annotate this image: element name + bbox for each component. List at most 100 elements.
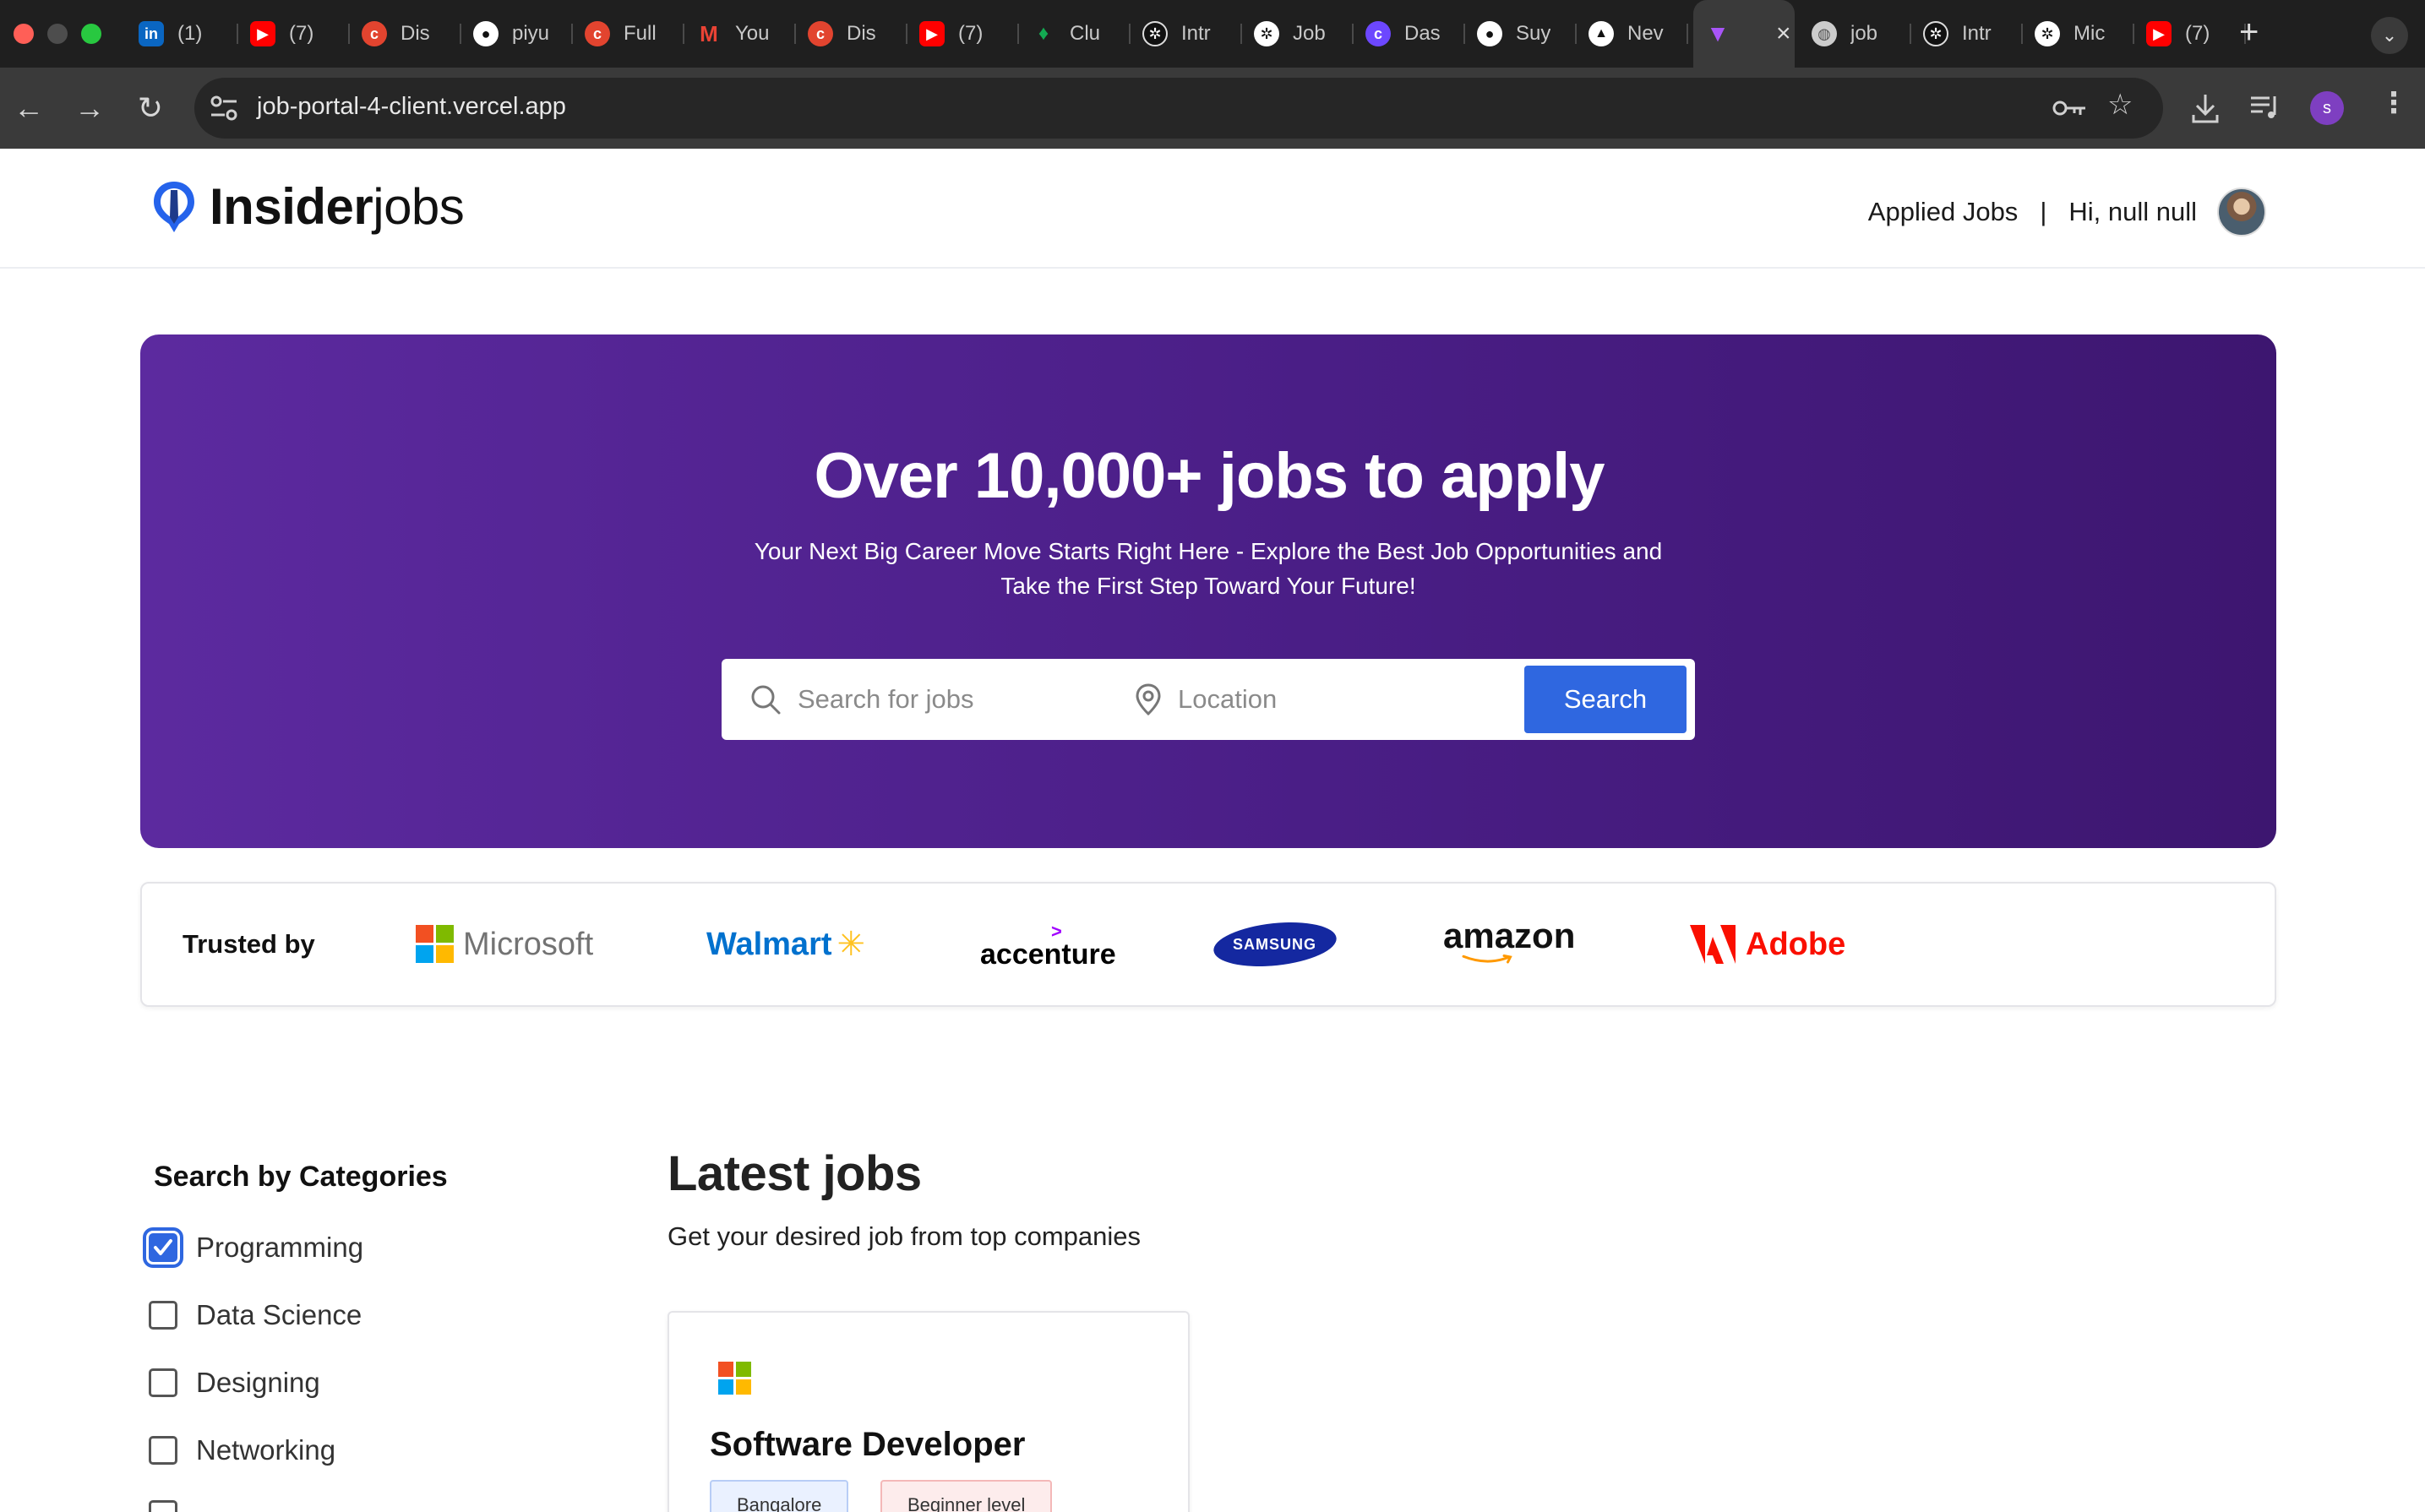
browser-tabs: in (1) ▶ (7) c Dis ● piyu c Full M You c Dis ▶ (… xyxy=(127,0,2246,68)
samsung-oval: SAMSUNG xyxy=(1211,916,1339,972)
checkmark-icon xyxy=(154,1239,172,1255)
browser-tab[interactable]: ✲ Intr xyxy=(1131,0,1242,68)
youtube-icon: ▶ xyxy=(919,21,945,46)
job-level-tag: Beginner level xyxy=(880,1480,1053,1512)
close-window-button[interactable] xyxy=(14,24,34,44)
tab-title: (7) xyxy=(2185,22,2210,45)
job-search-input[interactable]: Search for jobs xyxy=(749,683,974,716)
accenture-chevron-icon: > xyxy=(1051,921,1062,942)
site-settings-icon[interactable] xyxy=(210,95,238,122)
browser-tab[interactable]: ✲ Intr xyxy=(1911,0,2023,68)
applied-jobs-link[interactable]: Applied Jobs xyxy=(1868,197,2019,227)
tab-title: Intr xyxy=(1181,22,1211,45)
navbar-user-area: Applied Jobs | Hi, null null xyxy=(1868,188,2266,237)
browser-tab[interactable]: ▲ Nev xyxy=(1577,0,1688,68)
search-placeholder: Search for jobs xyxy=(798,684,974,714)
media-control-icon[interactable] xyxy=(2249,93,2281,122)
walmart-logo: Walmart ✳ xyxy=(706,921,865,968)
tab-title: (1) xyxy=(177,22,203,45)
globe-icon: ◍ xyxy=(1812,21,1837,46)
close-tab-icon[interactable]: × xyxy=(1776,19,1791,48)
more-menu-icon[interactable]: ⋮ xyxy=(2379,86,2408,120)
download-icon[interactable] xyxy=(2190,91,2221,125)
browser-tab[interactable]: c Das xyxy=(1354,0,1465,68)
forward-arrow-icon[interactable]: → xyxy=(69,88,110,128)
tab-title: Suy xyxy=(1516,22,1551,45)
tab-title: Job xyxy=(1293,22,1326,45)
bookmark-star-icon[interactable]: ☆ xyxy=(2107,88,2133,122)
category-checkbox-partial[interactable] xyxy=(149,1500,177,1512)
browser-tab[interactable]: ▶ (7) xyxy=(907,0,1019,68)
category-label: Programming xyxy=(196,1232,364,1263)
browser-tab[interactable]: in (1) xyxy=(127,0,238,68)
browser-tab[interactable]: c Dis xyxy=(796,0,907,68)
linkedin-icon: in xyxy=(139,21,164,46)
gmail-icon: M xyxy=(700,20,718,46)
location-input[interactable]: Location xyxy=(1134,683,1277,716)
tab-title: Full xyxy=(624,22,657,45)
browser-tab[interactable]: ♦ Clu xyxy=(1019,0,1131,68)
tab-title: (7) xyxy=(289,22,314,45)
latest-jobs-title: Latest jobs xyxy=(668,1146,922,1201)
chai-icon: c xyxy=(362,21,387,46)
mongodb-icon: ♦ xyxy=(1038,22,1049,45)
browser-tab[interactable]: ◍ job xyxy=(1800,0,1911,68)
amazon-smile-icon xyxy=(1462,955,1512,964)
accenture-logo: > accenture xyxy=(980,921,1116,971)
browser-tab[interactable]: c Dis xyxy=(350,0,461,68)
back-arrow-icon[interactable]: ← xyxy=(8,88,49,128)
walmart-wordmark: Walmart xyxy=(706,926,832,962)
category-checkbox[interactable] xyxy=(143,1227,183,1268)
samsung-logo: SAMSUNG xyxy=(1211,916,1339,972)
job-title: Software Developer xyxy=(710,1426,1026,1463)
browser-tab[interactable]: c Full xyxy=(573,0,684,68)
user-avatar[interactable] xyxy=(2217,188,2266,237)
category-data-science[interactable]: Data Science xyxy=(149,1299,362,1331)
new-tab-button[interactable]: + xyxy=(2239,14,2259,52)
reload-icon[interactable]: ↻ xyxy=(130,88,171,128)
tab-title: Nev xyxy=(1627,22,1664,45)
github-icon: ● xyxy=(473,21,499,46)
adobe-logo: Adobe xyxy=(1690,921,1845,968)
key-icon[interactable] xyxy=(2052,96,2089,120)
search-button[interactable]: Search xyxy=(1524,666,1687,733)
chai-icon: c xyxy=(808,21,833,46)
category-networking[interactable]: Networking xyxy=(149,1434,335,1466)
job-location-tag: Bangalore xyxy=(710,1480,849,1512)
browser-tab-active[interactable]: ▼ × xyxy=(1693,0,1795,68)
accenture-wordmark: accenture xyxy=(980,938,1116,971)
browser-tab[interactable]: M You xyxy=(684,0,796,68)
category-label: Data Science xyxy=(196,1299,362,1330)
category-checkbox[interactable] xyxy=(149,1436,177,1465)
browser-tab[interactable]: ▶ (7) xyxy=(2134,0,2246,68)
tab-title: (7) xyxy=(958,22,984,45)
category-checkbox[interactable] xyxy=(149,1301,177,1330)
url-text: job-portal-4-client.vercel.app xyxy=(257,93,566,120)
microsoft-squares-icon xyxy=(416,925,454,963)
openai-icon: ✲ xyxy=(1254,21,1279,46)
logo-text-bold: Insider xyxy=(210,178,373,235)
github-icon: ● xyxy=(1477,21,1502,46)
youtube-icon: ▶ xyxy=(2146,21,2172,46)
category-checkbox[interactable] xyxy=(149,1368,177,1397)
category-programming[interactable]: Programming xyxy=(143,1227,364,1268)
profile-avatar[interactable]: s xyxy=(2310,91,2344,125)
category-designing[interactable]: Designing xyxy=(149,1367,320,1399)
browser-tab[interactable]: ✲ Job xyxy=(1242,0,1354,68)
tab-title: Clu xyxy=(1070,22,1101,45)
tab-title: Mic xyxy=(2074,22,2106,45)
tab-search-chevron-icon[interactable]: ⌄ xyxy=(2371,17,2408,54)
insiderjobs-logo[interactable]: Insiderjobs xyxy=(150,177,465,236)
browser-tab[interactable]: ● piyu xyxy=(461,0,573,68)
tab-title: Das xyxy=(1404,22,1441,45)
minimize-window-button[interactable] xyxy=(47,24,68,44)
chai-icon: c xyxy=(585,21,610,46)
browser-tab[interactable]: ▶ (7) xyxy=(238,0,350,68)
categories-title: Search by Categories xyxy=(154,1161,448,1193)
browser-tab[interactable]: ✲ Mic xyxy=(2023,0,2134,68)
latest-jobs-subtitle: Get your desired job from top companies xyxy=(668,1221,1141,1251)
tab-title: piyu xyxy=(512,22,550,45)
tab-title: Dis xyxy=(847,22,876,45)
maximize-window-button[interactable] xyxy=(81,24,101,44)
browser-tab[interactable]: ● Suy xyxy=(1465,0,1577,68)
